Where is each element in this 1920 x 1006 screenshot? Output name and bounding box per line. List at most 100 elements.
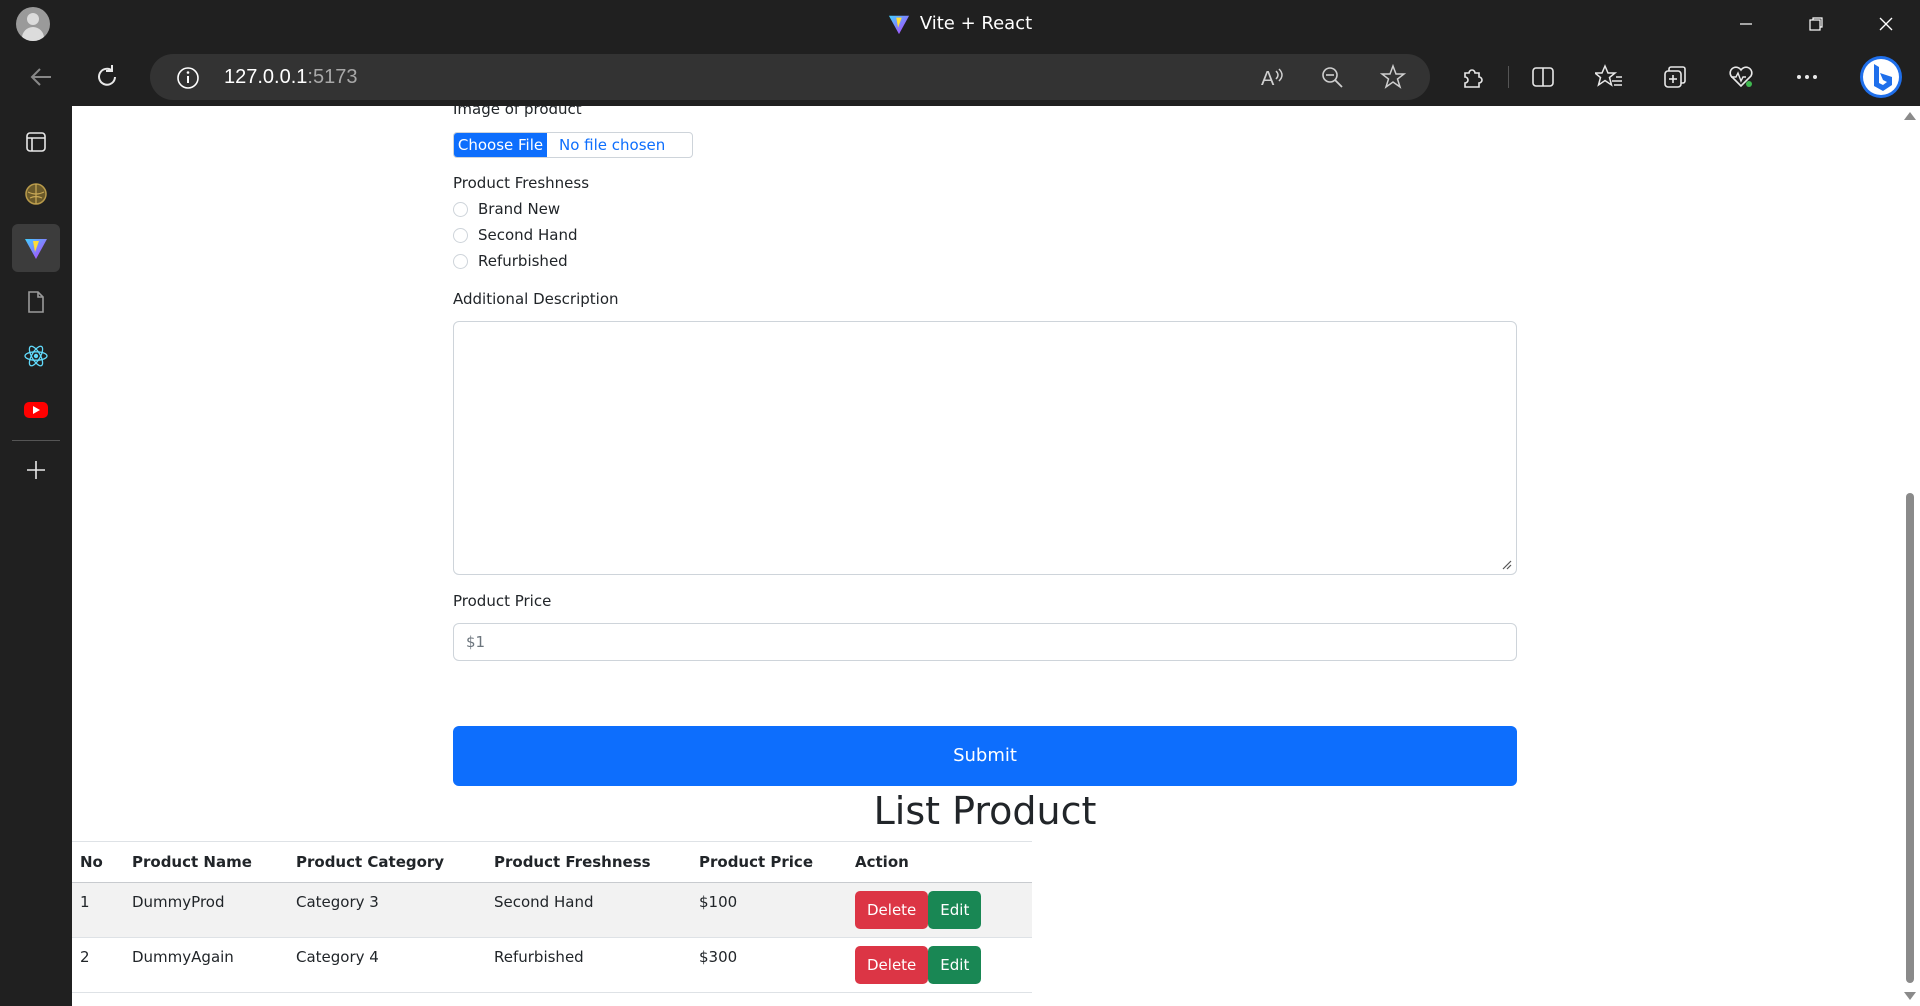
scrollbar-thumb[interactable]	[1906, 493, 1914, 983]
document-button[interactable]	[12, 278, 60, 326]
product-table: No Product Name Product Category Product…	[72, 841, 1032, 993]
minimize-button[interactable]	[1716, 0, 1776, 48]
submit-button[interactable]: Submit	[453, 726, 1517, 786]
cell-name: DummyProd	[124, 882, 288, 938]
radio-refurbished[interactable]: Refurbished	[453, 250, 568, 272]
column-header-no: No	[72, 841, 124, 883]
back-button[interactable]	[20, 56, 62, 98]
freshness-label: Product Freshness	[453, 174, 590, 192]
radio-brand-new[interactable]: Brand New	[453, 198, 560, 220]
window-title-text: Vite + React	[919, 13, 1033, 34]
url-host: 127.0.0.1	[224, 66, 308, 88]
read-aloud-icon[interactable]: A	[1260, 65, 1286, 89]
bing-copilot-icon	[1860, 56, 1902, 98]
document-icon	[28, 291, 44, 313]
edit-button[interactable]: Edit	[928, 891, 982, 929]
refresh-icon	[98, 65, 116, 86]
radio-button[interactable]	[453, 253, 468, 269]
cell-price: $300	[691, 937, 847, 993]
cell-freshness: Second Hand	[486, 882, 691, 938]
add-app-button[interactable]	[12, 446, 60, 494]
column-header-price: Product Price	[691, 841, 847, 883]
cell-no: 2	[72, 937, 124, 993]
site-info-icon[interactable]	[176, 66, 200, 90]
split-screen-button[interactable]	[1522, 56, 1564, 98]
globe-app-icon	[25, 183, 47, 205]
edit-button[interactable]: Edit	[928, 946, 982, 984]
choose-file-button[interactable]: Choose File	[454, 133, 547, 157]
youtube-icon	[24, 402, 48, 418]
cell-freshness: Refurbished	[486, 937, 691, 993]
vite-tab-button[interactable]	[12, 224, 60, 272]
favorites-icon	[1595, 64, 1622, 87]
file-input[interactable]: Choose File No file chosen	[453, 132, 693, 158]
scroll-down-icon[interactable]	[1904, 992, 1916, 1000]
scroll-up-icon[interactable]	[1904, 112, 1916, 120]
delete-button[interactable]: Delete	[855, 891, 929, 929]
cell-action: Delete Edit	[847, 882, 1032, 938]
description-label: Additional Description	[453, 290, 619, 308]
restore-button[interactable]	[1786, 0, 1846, 48]
vite-tab-icon	[25, 239, 47, 259]
react-button[interactable]	[12, 332, 60, 380]
globe-app-button[interactable]	[12, 170, 60, 218]
resize-grip-icon[interactable]	[1502, 560, 1512, 570]
table-header-row: No Product Name Product Category Product…	[72, 841, 1032, 883]
tabs-icon	[26, 132, 46, 152]
table-row: 2 DummyAgain Category 4 Refurbished $300…	[72, 937, 1032, 993]
more-icon	[1797, 75, 1817, 79]
delete-button[interactable]: Delete	[855, 946, 929, 984]
description-textarea[interactable]	[453, 321, 1517, 575]
close-button[interactable]	[1856, 0, 1916, 48]
back-icon	[30, 68, 51, 86]
youtube-button[interactable]	[12, 386, 60, 434]
cell-category: Category 4	[288, 937, 486, 993]
minimize-icon	[1740, 23, 1752, 25]
radio-label: Second Hand	[478, 226, 578, 244]
restore-icon	[1809, 17, 1823, 31]
profile-avatar-icon[interactable]	[16, 7, 50, 41]
collections-button[interactable]	[1654, 56, 1696, 98]
price-label: Product Price	[453, 592, 552, 610]
column-header-category: Product Category	[288, 841, 486, 883]
page-viewport: Image of product Choose File No file cho…	[72, 106, 1920, 1006]
refresh-button[interactable]	[86, 56, 128, 98]
radio-button[interactable]	[453, 201, 468, 217]
price-input[interactable]: $1	[453, 623, 1517, 661]
radio-second-hand[interactable]: Second Hand	[453, 224, 577, 246]
cell-no: 1	[72, 882, 124, 938]
copilot-button[interactable]	[1856, 52, 1906, 102]
window-title: Vite + React	[0, 0, 1920, 48]
vertical-scrollbar[interactable]	[1900, 106, 1920, 1006]
browser-sidebar	[0, 106, 72, 1006]
cell-category: Category 3	[288, 882, 486, 938]
close-icon	[1879, 17, 1893, 31]
health-icon	[1729, 66, 1753, 88]
image-label: Image of product	[453, 106, 582, 118]
more-button[interactable]	[1786, 56, 1828, 98]
extensions-icon	[1464, 69, 1483, 88]
url-port: :5173	[307, 66, 358, 88]
table-row: 1 DummyProd Category 3 Second Hand $100 …	[72, 882, 1032, 938]
column-header-action: Action	[847, 841, 1032, 883]
cell-name: DummyAgain	[124, 937, 288, 993]
zoom-out-icon[interactable]	[1320, 65, 1344, 89]
address-bar[interactable]: 127.0.0.1:5173 A	[150, 54, 1430, 100]
window-title-bar: Vite + React	[0, 0, 1920, 48]
react-icon	[24, 345, 48, 367]
radio-label: Brand New	[478, 200, 561, 218]
sidebar-divider	[12, 440, 60, 441]
tabs-button[interactable]	[12, 118, 60, 166]
favorite-star-icon[interactable]	[1380, 64, 1406, 90]
extensions-button[interactable]	[1452, 56, 1494, 98]
cell-price: $100	[691, 882, 847, 938]
cell-action: Delete Edit	[847, 937, 1032, 993]
url-text: 127.0.0.1:5173	[224, 54, 357, 100]
favorites-button[interactable]	[1588, 56, 1630, 98]
vite-logo-icon	[888, 15, 909, 35]
radio-button[interactable]	[453, 227, 468, 243]
collections-icon	[1664, 66, 1686, 88]
health-button[interactable]	[1720, 56, 1762, 98]
list-title: List Product	[873, 789, 1097, 833]
svg-text:A: A	[1261, 68, 1275, 89]
